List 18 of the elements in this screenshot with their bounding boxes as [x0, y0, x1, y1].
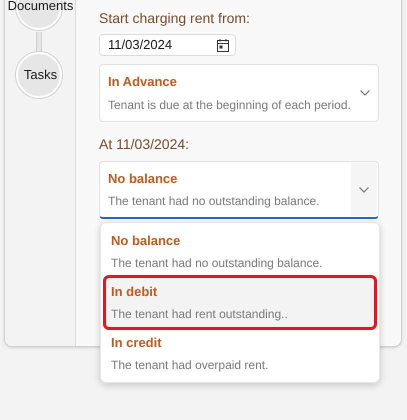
option-title: In Advance: [108, 73, 178, 92]
option-description: The tenant had no outstanding balance.: [108, 193, 320, 210]
option-description: Tenant is due at the beginning of each period.: [108, 96, 352, 114]
dropdown-option[interactable]: In credit The tenant had overpaid rent.: [105, 328, 375, 379]
date-field[interactable]: 11/03/2024: [99, 34, 236, 56]
step-label: Documents: [6, 0, 74, 14]
option-title: No balance: [108, 170, 178, 188]
step-connector: [36, 32, 42, 52]
chevron-down-icon: [360, 90, 370, 96]
field-label: Start charging rent from:: [99, 9, 251, 27]
balance-dropdown[interactable]: No balance The tenant had no outstanding balance.: [99, 161, 379, 219]
chevron-down-icon: [359, 186, 369, 192]
field-label: At 11/03/2024:: [99, 135, 190, 153]
dropdown-option[interactable]: In debit The tenant had rent outstanding..: [105, 277, 375, 328]
dropdown-option[interactable]: No balance The tenant had no outstanding balance.: [105, 226, 375, 277]
step-label: Tasks: [22, 67, 58, 83]
calendar-icon[interactable]: [217, 38, 229, 52]
timing-dropdown[interactable]: In Advance Tenant is due at the beginning of each period.: [99, 64, 379, 122]
